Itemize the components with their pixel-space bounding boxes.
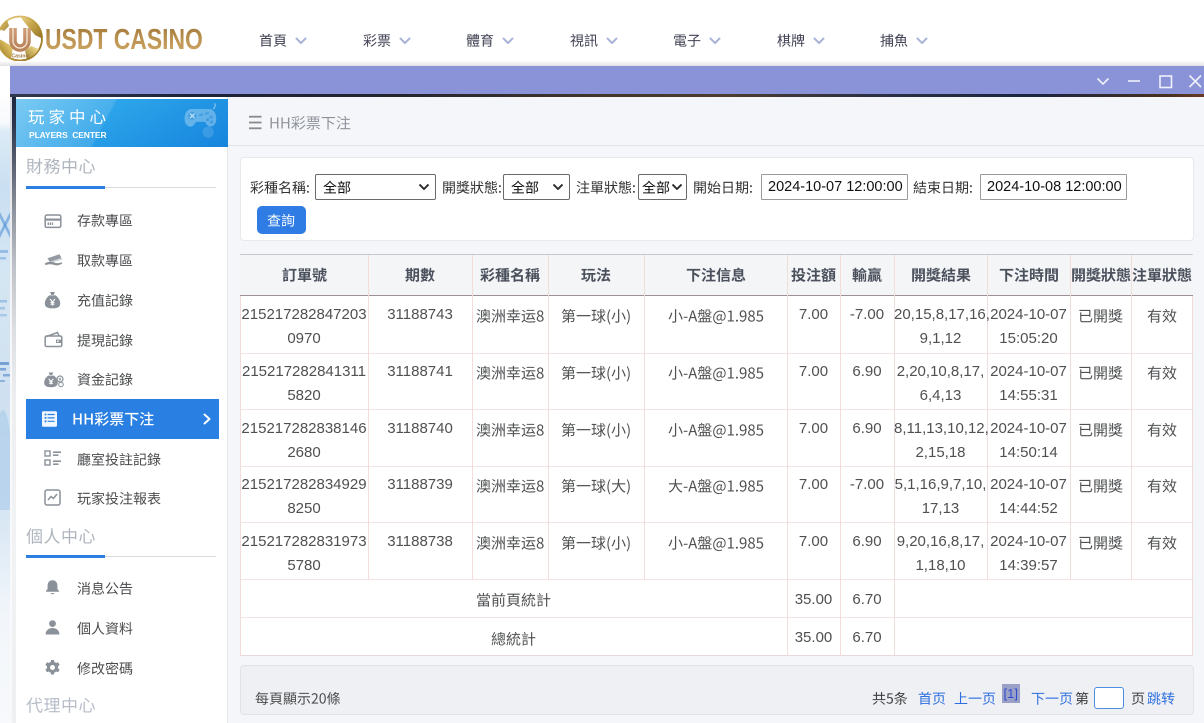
svg-text:Casino: Casino	[11, 54, 28, 60]
